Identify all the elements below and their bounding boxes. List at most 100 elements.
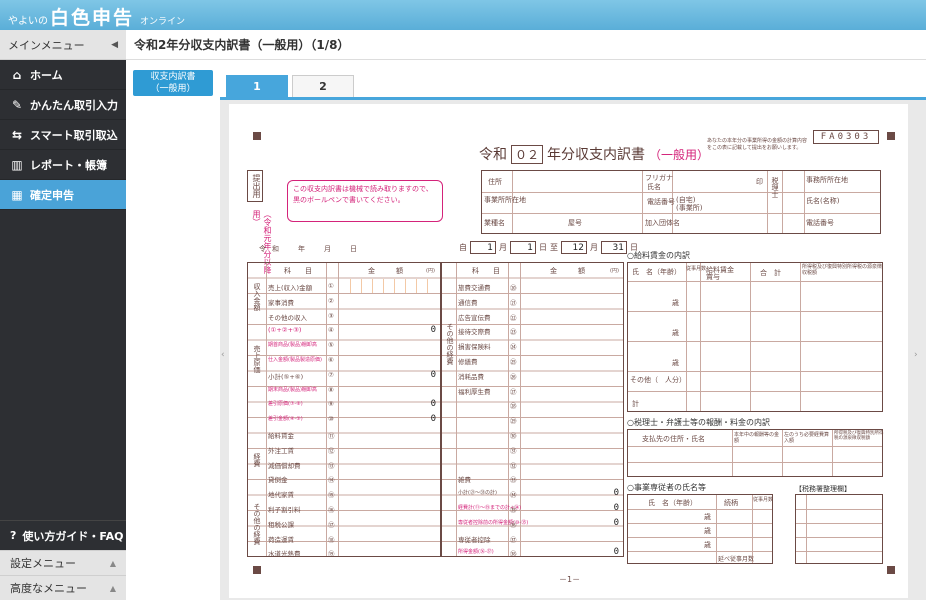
period-to-label: 至 xyxy=(550,243,558,252)
row-number: ⑬ xyxy=(328,461,335,470)
row-label: 貸倒金 xyxy=(268,476,288,485)
sidebar-item-label: ホーム xyxy=(30,68,63,82)
sidebar-item-smart-import[interactable]: ⇆ スマート取引取込 xyxy=(0,120,126,150)
logo-online-text: オンライン xyxy=(140,17,186,27)
family-age-unit: 歳 xyxy=(704,541,711,549)
sidebar-item-label: レポート・帳簿 xyxy=(30,158,107,172)
sidebar-header[interactable]: メインメニュー ◀ xyxy=(0,30,126,60)
family-col-name: 氏 名（年齢） xyxy=(648,499,697,507)
registration-mark xyxy=(887,132,895,140)
sidebar-item-reports[interactable]: ▥ レポート・帳簿 xyxy=(0,150,126,180)
document-type-button[interactable]: 収支内訳書 （一般用） xyxy=(133,70,213,96)
amount-field[interactable]: 0 xyxy=(431,370,436,380)
title-sub: （一般用） xyxy=(649,147,710,162)
amount-field[interactable]: 0 xyxy=(431,414,436,424)
label-tax-accountant: 税理士 xyxy=(771,177,779,198)
period-from-label: 自 xyxy=(459,243,467,252)
row-label: 差引原価(⑦-⑧) xyxy=(268,401,303,408)
row-number: ㉛ xyxy=(510,446,517,455)
salary-section-title: ○給料賃金の内訳 xyxy=(627,251,690,260)
advanced-menu-label: 高度なメニュー xyxy=(10,582,87,595)
triangle-up-icon: ▲ xyxy=(109,558,116,568)
row-label: その他の収入 xyxy=(268,313,307,322)
amount-field[interactable]: 0 xyxy=(614,488,619,498)
period-to-month[interactable]: 12 xyxy=(561,241,587,254)
sidebar-item-easy-entry[interactable]: ✎ かんたん取引入力 xyxy=(0,90,126,120)
sidebar-item-tax-return[interactable]: ▦ 確定申告 xyxy=(0,180,126,210)
col-header-amount: 金 額 xyxy=(550,267,585,275)
settings-menu-label: 設定メニュー xyxy=(10,557,76,570)
salary-table: 氏 名（年齢） 従事月数 給料賃金 賞与 合 計 所得税及び復興特別所得税の源泉… xyxy=(627,262,883,412)
amount-field[interactable]: 0 xyxy=(431,399,436,409)
taxpayer-info-box: 住所 事業所所在地 業種名 屋号 フリガナ 氏名 印 電話番号 (自宅) (事業… xyxy=(481,170,881,234)
sidebar-item-label: かんたん取引入力 xyxy=(30,98,118,112)
row-number: ④ xyxy=(328,326,334,335)
amount-field[interactable]: 0 xyxy=(614,518,619,528)
period-from-day[interactable]: 1 xyxy=(510,241,536,254)
question-icon: ? xyxy=(10,529,17,542)
row-label: 売上(収入)金額 xyxy=(268,284,313,292)
fee-col-payee: 支払先の住所・氏名 xyxy=(642,435,705,443)
label-phone: 電話番号 xyxy=(647,198,675,206)
row-label: 給料賃金 xyxy=(268,432,294,440)
row-label: 修繕費 xyxy=(458,358,478,366)
label-seal: 印 xyxy=(756,178,763,186)
group-income: 収入金額 xyxy=(253,283,261,311)
triangle-left-icon[interactable]: ◀ xyxy=(111,40,118,50)
tax-office-label: 【税務署整理欄】 xyxy=(795,485,851,493)
period-from-month[interactable]: 1 xyxy=(470,241,496,254)
period-to-day[interactable]: 31 xyxy=(601,241,627,254)
row-label: 荷造運賃 xyxy=(268,535,294,544)
row-label: 接待交際費 xyxy=(458,328,491,337)
row-label: 家事消費 xyxy=(268,298,294,307)
chart-icon: ▥ xyxy=(11,157,23,172)
sidebar-item-guide[interactable]: ? 使い方ガイド・FAQ xyxy=(0,520,126,550)
row-number: ㊲ xyxy=(510,535,517,544)
form-sheet: FA0303 令和 ０２ 年分収支内訳書 （一般用） あなたの本年分の事業所得の… xyxy=(229,104,908,598)
scroll-left-icon[interactable]: ‹ xyxy=(221,350,225,360)
title-year-field[interactable]: ０２ xyxy=(511,144,544,164)
corner-note: あなたの本年分の事業所得の金額の計算内容をこの表に記載して提出をお願いします。 xyxy=(707,138,808,151)
row-label: (①+②+③) xyxy=(268,326,302,335)
row-label: 小計(㉑～㉝の計) xyxy=(458,490,497,497)
registration-mark xyxy=(253,566,261,574)
form-viewer[interactable]: ‹ › FA0303 令和 ０２ 年分収支内訳書 （一般用） あなたの本年分の事… xyxy=(220,100,926,600)
tab-page-1[interactable]: 1 xyxy=(226,75,288,97)
row-number: ⑮ xyxy=(328,491,335,500)
row-number: ㉔ xyxy=(510,343,517,352)
family-section-title: ○事業専従者の氏名等 xyxy=(627,483,706,492)
row-number: ⑳ xyxy=(510,284,517,292)
col-header-item: 科 目 xyxy=(472,267,500,275)
row-number: ㉞ xyxy=(510,491,517,500)
app-header: やよいの 白色申告 オンライン xyxy=(0,0,926,30)
notice-box: この収支内訳書は機械で読み取りますので、黒のボールペンで書いてください。 xyxy=(287,180,443,222)
import-icon: ⇆ xyxy=(11,127,23,142)
row-number: ㉙ xyxy=(510,417,517,426)
row-label: 消耗品費 xyxy=(458,372,484,381)
row-label: 租税公課 xyxy=(268,520,294,529)
tab-page-2[interactable]: 2 xyxy=(292,75,354,97)
salary-col-months: 従事月数 xyxy=(686,266,707,272)
amount-field[interactable]: 0 xyxy=(614,547,619,557)
row-number: ㉝ xyxy=(510,476,517,485)
amount-field[interactable]: 0 xyxy=(614,503,619,513)
form-code: FA0303 xyxy=(813,130,879,144)
fee-table: 支払先の住所・氏名 本年中の報酬等の金額 左のうち必要経費算入額 所得税及び復興… xyxy=(627,429,884,477)
sidebar-item-home[interactable]: ⌂ ホーム xyxy=(0,60,126,90)
amount-field[interactable]: 0 xyxy=(431,325,436,335)
title-era: 令和 xyxy=(479,147,507,163)
period-month-label: 月 xyxy=(499,243,507,252)
advanced-menu[interactable]: 高度なメニュー ▲ xyxy=(0,575,126,600)
row-number: ⑫ xyxy=(328,446,335,455)
scroll-right-icon[interactable]: › xyxy=(914,350,918,360)
row-number: ⑰ xyxy=(328,520,335,529)
doc-button-line2: （一般用） xyxy=(150,84,196,94)
row-number: ⑨ xyxy=(328,400,334,409)
label-name: 氏名 xyxy=(647,183,661,191)
label-office-address: 事業所所在地 xyxy=(484,196,526,204)
row-number: ⑭ xyxy=(328,476,335,485)
app-logo[interactable]: やよいの 白色申告 オンライン xyxy=(8,3,185,30)
date-line: 令和 年 月 日 xyxy=(259,245,363,253)
settings-menu[interactable]: 設定メニュー ▲ xyxy=(0,550,126,575)
row-label: 広告宣伝費 xyxy=(458,313,491,322)
